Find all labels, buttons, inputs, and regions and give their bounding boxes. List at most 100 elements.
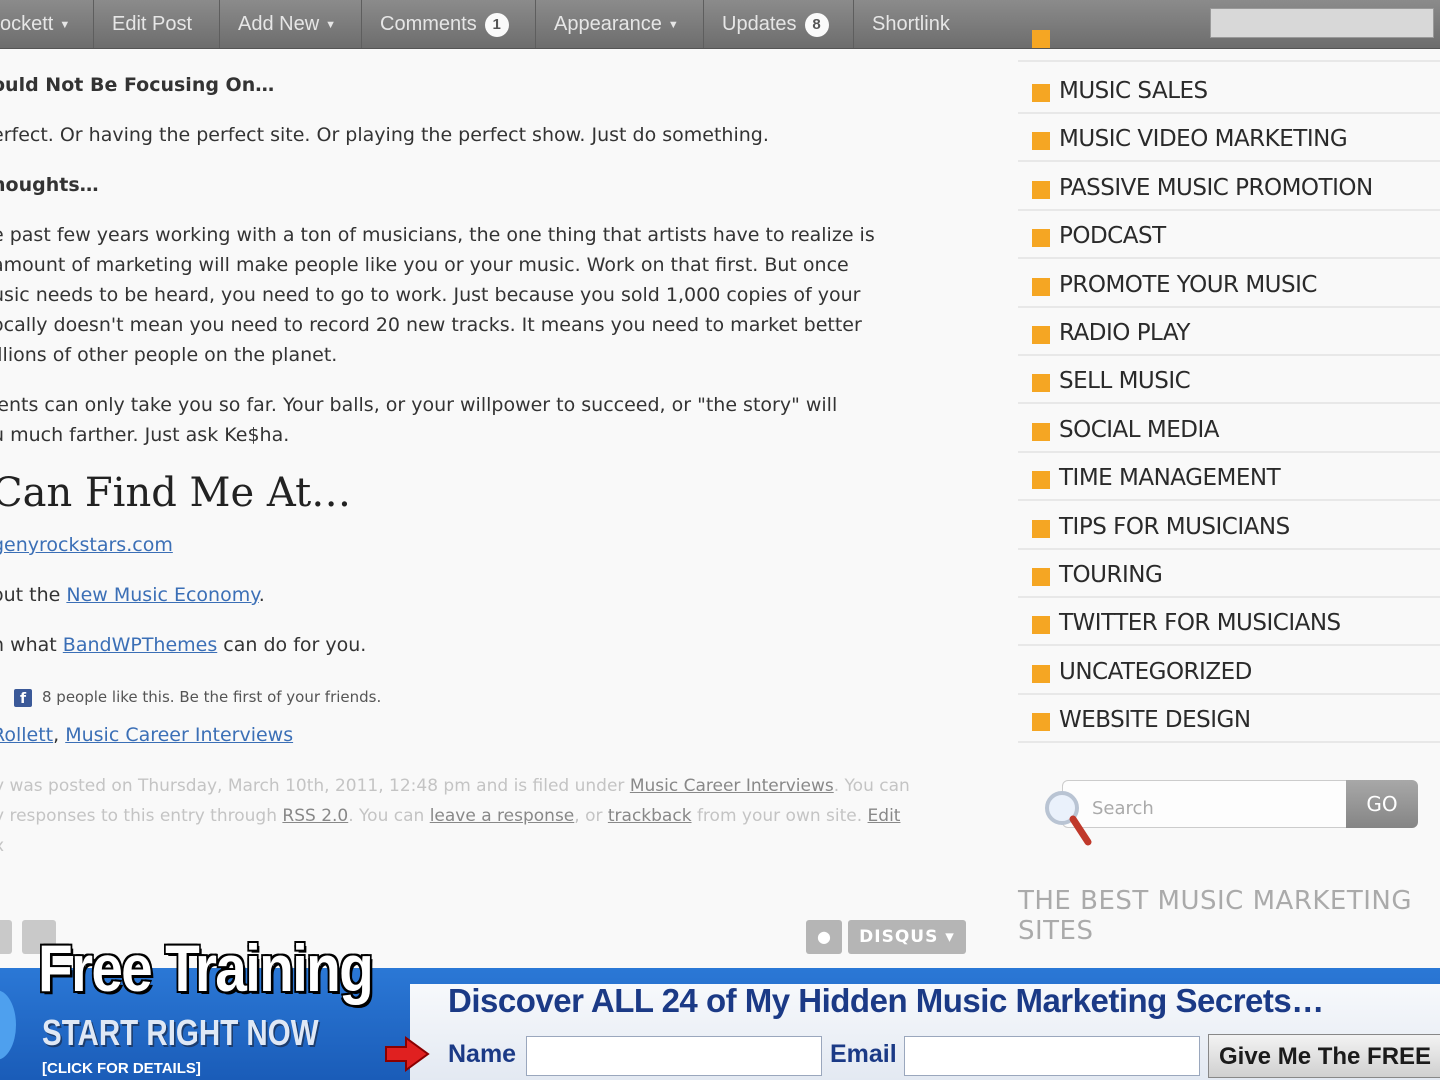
facebook-like-text: 8 people like this. Be the first of your… [42,688,382,706]
sidebar-category-label: UNCATEGORIZED [1059,658,1252,685]
themes-line: h what BandWPThemes can do for you. [0,634,366,656]
sidebar-category-label: RADIO PLAY [1059,320,1190,346]
sidebar: MUSIC SALES MUSIC VIDEO MARKETING PASSIVE … [1018,30,1440,968]
post-paragraph-line: lents can only take you so far. Your bal… [0,394,838,416]
admin-bar-updates[interactable]: Updates 8 [704,0,854,48]
name-field[interactable] [526,1036,822,1076]
arrow-right-icon [385,1036,430,1072]
sidebar-category-item[interactable]: UNCATEGORIZED [1018,647,1440,695]
chevron-down-icon: ▼ [59,18,71,31]
post-meta-line: y responses to this entry through RSS 2.… [0,806,900,826]
admin-bar-appearance-label: Appearance [554,13,662,35]
post-paragraph-line: u much farther. Just ask Ke$ha. [0,424,290,446]
admin-bar-search-input[interactable] [1210,8,1434,38]
start-right-now-text[interactable]: START RIGHT NOW [42,1012,319,1054]
submit-button[interactable]: Give Me The FREE [1208,1034,1440,1078]
sidebar-category-item[interactable]: SELL MUSIC [1018,356,1440,405]
admin-bar-account-menu[interactable]: ockett ▼ [0,0,94,48]
updates-count-badge: 8 [804,12,829,37]
disqus-menu-button[interactable]: DISQUS ▾ [848,920,966,954]
search-go-button[interactable]: GO [1346,780,1418,828]
click-for-details-text[interactable]: [CLICK FOR DETAILS] [42,1060,201,1077]
sidebar-category-item[interactable]: TIPS FOR MUSICIANS [1018,502,1440,550]
post-paragraph-line: amount of marketing will make people lik… [0,254,849,276]
disqus-label: DISQUS [859,927,939,947]
sidebar-category-item[interactable]: WEBSITE DESIGN [1018,695,1440,744]
admin-bar-comments[interactable]: Comments 1 [362,0,536,48]
post-tags: Rollett, Music Career Interviews [0,724,293,746]
new-music-economy-link[interactable]: New Music Economy [66,584,258,606]
admin-bar-updates-label: Updates [722,13,797,35]
category-bullet-icon [1032,422,1050,441]
sidebar-category-item[interactable]: MUSIC VIDEO MARKETING [1018,114,1440,163]
sidebar-category-item[interactable]: TWITTER FOR MUSICIANS [1018,598,1440,647]
admin-bar-shortlink[interactable]: Shortlink [854,0,978,48]
disqus-user-icon[interactable]: ● [806,920,842,954]
sidebar-category-label: TOURING [1059,562,1163,588]
admin-bar-comments-label: Comments [380,13,477,35]
free-training-headline[interactable]: Free Training [38,930,374,1006]
post-paragraph-line: ocally doesn't mean you need to record 2… [0,314,862,336]
post-meta-line: x [0,836,4,856]
meta-text: . You can [348,806,430,826]
sidebar-category-label: TWITTER FOR MUSICIANS [1059,610,1341,637]
post-paragraph: erfect. Or having the perfect site. Or p… [0,124,769,146]
tag-link[interactable]: Rollett [0,724,53,746]
sidebar-category-item[interactable]: TOURING [1018,550,1440,598]
admin-bar-add-new[interactable]: Add New ▼ [220,0,362,48]
post-content: ould Not Be Focusing On… erfect. Or havi… [0,48,1000,968]
post-subheading: houghts… [0,174,99,196]
category-bullet-icon [1032,84,1050,102]
post-subheading: ould Not Be Focusing On… [0,74,275,96]
category-bullet-icon [1032,471,1050,490]
name-label: Name [448,1040,517,1068]
sidebar-category-item[interactable]: MUSIC SALES [1018,66,1440,114]
sidebar-category-item[interactable]: PODCAST [1018,211,1440,260]
tag-link[interactable]: Music Career Interviews [65,724,293,746]
category-bullet-icon [1032,30,1050,48]
share-button[interactable] [0,920,12,954]
trackback-link[interactable]: trackback [608,806,692,826]
sidebar-category-item[interactable]: PROMOTE YOUR MUSIC [1018,260,1440,308]
meta-text: , or [574,806,608,826]
facebook-like-row: f 8 people like this. Be the first of you… [14,688,381,707]
meta-text: . You can [833,776,910,796]
sidebar-category-item[interactable]: SOCIAL MEDIA [1018,405,1440,453]
sidebar-category-item[interactable]: TIME MANAGEMENT [1018,453,1440,502]
comments-count-badge: 1 [484,12,509,37]
category-bullet-icon [1032,229,1050,248]
sidebar-category-item[interactable]: RADIO PLAY [1018,308,1440,356]
admin-bar-edit-post-label: Edit Post [112,13,193,35]
category-bullet-icon [1032,374,1050,393]
category-bullet-icon [1032,180,1050,199]
bandwpthemes-link[interactable]: BandWPThemes [63,634,217,656]
category-bullet-icon [1032,713,1050,732]
leave-response-link[interactable]: leave a response [430,806,575,826]
site-link[interactable]: genyrockstars.com [0,534,173,556]
admin-bar-shortlink-label: Shortlink [872,13,950,35]
sidebar-category-label: MUSIC SALES [1059,78,1208,104]
rss-link[interactable]: RSS 2.0 [282,806,348,826]
meta-text: from your own site. [691,806,868,826]
admin-bar-appearance[interactable]: Appearance ▼ [536,0,704,48]
post-paragraph-line: e past few years working with a ton of m… [0,224,875,246]
sidebar-category-item[interactable]: PASSIVE MUSIC PROMOTION [1018,163,1440,211]
admin-bar-edit-post[interactable]: Edit Post [94,0,220,48]
sidebar-category-label: SOCIAL MEDIA [1059,416,1220,443]
email-field[interactable] [904,1036,1200,1076]
category-link[interactable]: Music Career Interviews [630,776,834,796]
sidebar-category-label: PASSIVE MUSIC PROMOTION [1059,174,1373,201]
economy-prefix: out the [0,584,61,606]
category-bullet-icon [1032,568,1050,586]
sidebar-search-input[interactable] [1090,792,1334,824]
sidebar-category-label: WEBSITE DESIGN [1059,707,1251,734]
sidebar-category-label: MUSIC VIDEO MARKETING [1059,126,1348,153]
edit-link[interactable]: Edit [868,806,901,826]
post-heading: Can Find Me At… [0,470,352,516]
sidebar-category-partial [1018,30,1440,62]
chevron-down-icon: ▼ [325,18,337,31]
facebook-icon[interactable]: f [14,688,32,707]
category-bullet-icon [1032,519,1050,538]
category-bullet-icon [1032,326,1050,344]
magnifier-icon [1045,791,1092,846]
